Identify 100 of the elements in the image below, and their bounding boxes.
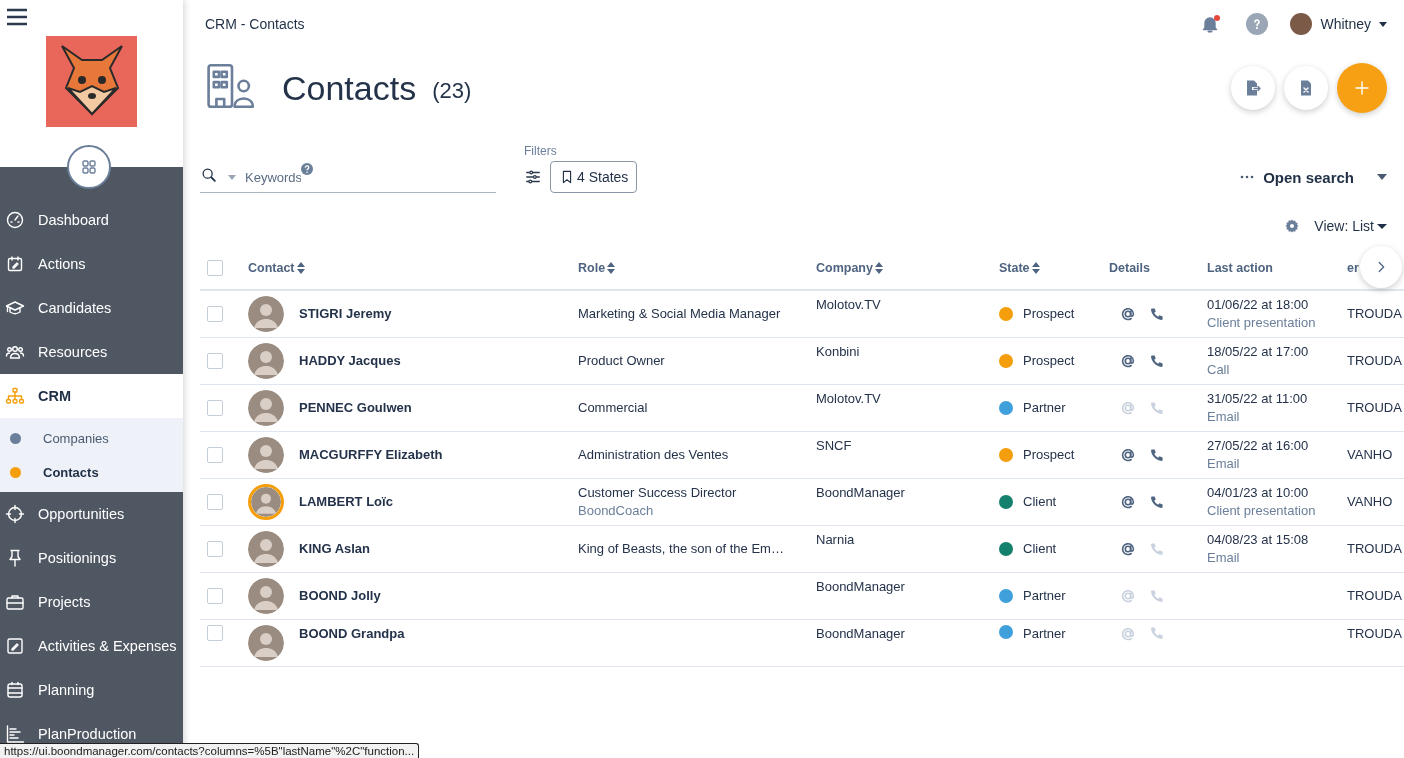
more-icon — [1240, 175, 1255, 179]
action-type-link[interactable]: Client presentation — [1207, 502, 1319, 520]
owner-name: TROUDA — [1347, 540, 1402, 558]
column-header[interactable]: Contact — [248, 246, 578, 291]
action-type-link[interactable]: Client presentation — [1207, 314, 1319, 332]
owner-name: TROUDA — [1347, 625, 1402, 643]
company-link[interactable]: BoondCoach — [578, 502, 654, 520]
sidebar-item[interactable]: Dashboard — [0, 198, 183, 242]
company-name: Molotov.TV — [816, 390, 881, 408]
checkbox[interactable] — [207, 588, 223, 604]
search-icon — [200, 166, 218, 184]
org-chart-icon — [5, 386, 25, 406]
state-label: Partner — [1023, 625, 1066, 643]
sliders-icon — [524, 168, 542, 186]
action-type-link[interactable]: Email — [1207, 455, 1319, 473]
column-header[interactable]: Role — [578, 246, 816, 291]
sidebar-item[interactable]: Actions — [0, 242, 183, 286]
apps-button[interactable] — [67, 145, 111, 189]
open-search-button[interactable]: Open search — [1240, 161, 1387, 193]
action-type-link[interactable]: Email — [1207, 408, 1319, 426]
notifications-button[interactable] — [1200, 14, 1221, 34]
state-label: Client — [1023, 493, 1057, 511]
checkbox[interactable] — [207, 447, 223, 463]
company-name: BoondManager — [816, 484, 905, 502]
sidebar-item[interactable]: Projects — [0, 580, 183, 624]
filter-chip[interactable]: 4 States — [550, 161, 638, 193]
action-type-link[interactable]: Call — [1207, 361, 1319, 379]
action-date: 31/05/22 at 11:00 — [1207, 390, 1309, 408]
contact-name[interactable]: KING Aslan — [299, 540, 371, 558]
breadcrumb: CRM - Contacts — [205, 16, 306, 32]
contact-name[interactable]: STIGRI Jeremy — [299, 305, 392, 323]
grid-icon — [79, 157, 99, 177]
calendar-icon — [5, 680, 25, 700]
scroll-right-button[interactable] — [1360, 246, 1402, 288]
calendar-icon — [5, 254, 25, 274]
column-header[interactable]: Company — [816, 246, 999, 291]
settings-icon — [1284, 218, 1301, 234]
sidebar-subitem[interactable]: Companies — [0, 421, 183, 455]
contact-name[interactable]: LAMBERT Loïc — [299, 493, 393, 511]
company-name: BoondManager — [816, 578, 905, 596]
contact-name[interactable]: MACGURFFY Elizabeth — [299, 446, 443, 464]
add-button[interactable] — [1337, 63, 1387, 113]
checkbox[interactable] — [207, 541, 223, 557]
sort-icon[interactable] — [296, 261, 305, 274]
contact-name[interactable]: BOOND Jolly — [299, 587, 381, 605]
checkbox[interactable] — [207, 400, 223, 416]
record-count: (23) — [432, 78, 472, 104]
sidebar-subitem[interactable]: Contacts — [0, 455, 183, 489]
contact-name[interactable]: HADDY Jacques — [299, 352, 401, 370]
checkbox[interactable] — [207, 494, 223, 510]
action-date: 27/05/22 at 16:00 — [1207, 437, 1310, 455]
checkbox[interactable] — [207, 306, 223, 322]
owner-name: VANHO — [1347, 493, 1393, 511]
sort-icon[interactable] — [607, 261, 616, 274]
sort-icon[interactable] — [1031, 261, 1040, 274]
owner-name: TROUDA — [1347, 399, 1402, 417]
view-dropdown[interactable]: View: List — [1314, 218, 1387, 234]
sidebar-item[interactable]: Positionings — [0, 536, 183, 580]
role-text: King of Beasts, the son of the Em… — [578, 540, 784, 558]
sort-icon[interactable] — [874, 261, 883, 274]
contact-name[interactable]: PENNEC Goulwen — [299, 399, 412, 417]
sidebar-item[interactable]: Resources — [0, 330, 183, 374]
sidebar-item[interactable]: CRM — [0, 374, 183, 418]
help-button[interactable] — [1246, 13, 1269, 35]
owner-name: VANHO — [1347, 446, 1393, 464]
briefcase-icon — [5, 592, 25, 612]
state-label: Prospect — [1023, 446, 1075, 464]
checkbox[interactable] — [207, 259, 223, 276]
company-name: Molotov.TV — [816, 296, 881, 314]
filters-label: Filters — [524, 144, 558, 158]
column-header: Details — [1109, 246, 1207, 291]
checkbox[interactable] — [207, 625, 223, 641]
state-label: Prospect — [1023, 305, 1075, 323]
action-date: 04/08/23 at 15:08 — [1207, 531, 1310, 549]
caret-icon — [1379, 21, 1387, 27]
sidebar-item[interactable]: Activities & Expenses — [0, 624, 183, 668]
action-type-link[interactable]: Email — [1207, 549, 1319, 567]
export-button[interactable] — [1231, 66, 1275, 110]
role-text: Marketing & Social Media Manager — [578, 305, 781, 323]
excel-button[interactable] — [1284, 66, 1328, 110]
edit-square-icon — [5, 636, 25, 656]
menu-icon[interactable] — [6, 6, 28, 28]
owner-name: TROUDA — [1347, 305, 1402, 323]
help-icon[interactable] — [301, 163, 313, 175]
checkbox[interactable] — [207, 353, 223, 369]
plus-icon — [1352, 78, 1372, 98]
company-name: BoondManager — [816, 625, 905, 643]
search-field[interactable]: Keywords — [200, 162, 496, 193]
user-menu[interactable]: Whitney — [1290, 13, 1387, 35]
state-label: Partner — [1023, 587, 1066, 605]
bar-chart-icon — [5, 724, 25, 744]
dashboard-icon — [5, 210, 25, 230]
column-header: Last action — [1207, 246, 1347, 291]
column-header[interactable]: State — [999, 246, 1109, 291]
company-name: Konbini — [816, 343, 860, 361]
company-name: SNCF — [816, 437, 852, 455]
contact-name[interactable]: BOOND Grandpa — [299, 625, 405, 643]
sidebar-item[interactable]: Candidates — [0, 286, 183, 330]
sidebar-item[interactable]: Planning — [0, 668, 183, 712]
sidebar-item[interactable]: Opportunities — [0, 492, 183, 536]
